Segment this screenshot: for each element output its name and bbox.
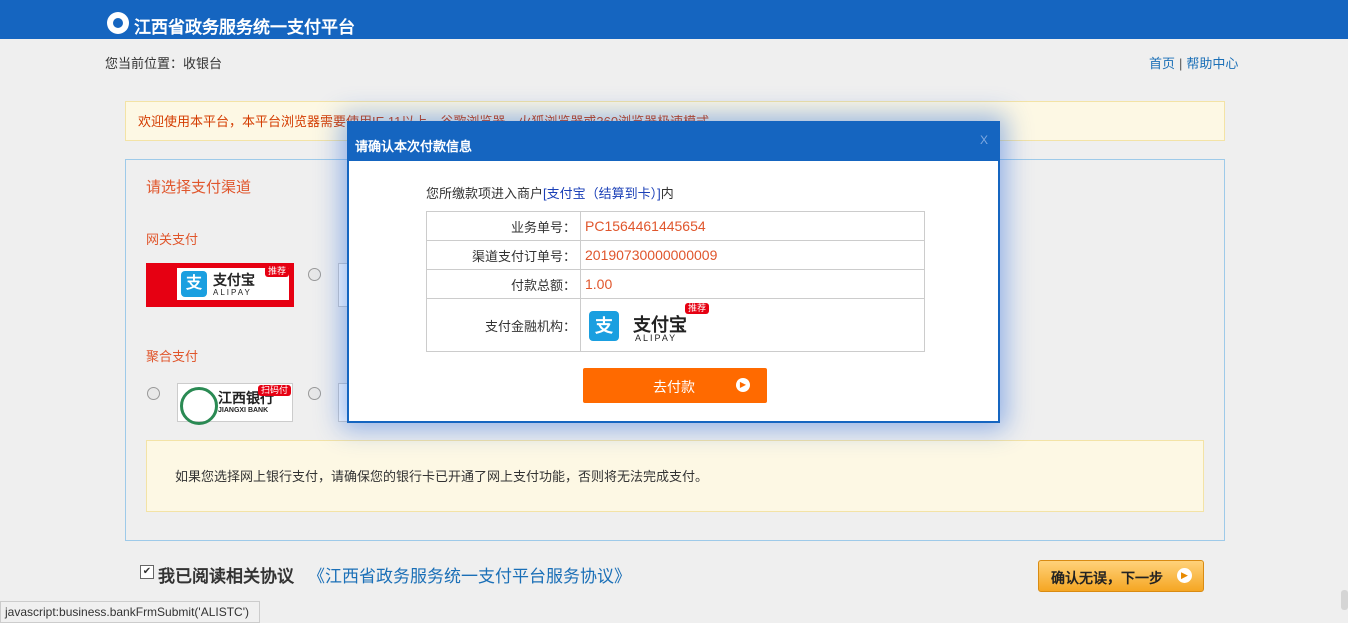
- channel-order-label: 渠道支付订单号：: [426, 240, 581, 270]
- scan-pay-badge: 扫码付: [258, 385, 292, 396]
- channel-section-title: 请选择支付渠道: [146, 179, 252, 196]
- alipay-en: ALIPAY: [213, 288, 252, 297]
- home-link[interactable]: 首页: [1149, 56, 1175, 71]
- table-row: 业务单号： PC1564461445654: [426, 211, 925, 241]
- alipay-option[interactable]: 支 支付宝 ALIPAY 推荐: [146, 263, 294, 307]
- jxbank-en: JIANGXI BANK: [218, 407, 269, 414]
- table-row: 渠道支付订单号： 20190730000000009: [426, 240, 925, 270]
- confirm-next-button[interactable]: 确认无误，下一步 ▶: [1038, 560, 1204, 592]
- confirm-next-label: 确认无误，下一步: [1051, 570, 1163, 586]
- online-banking-warning: 如果您选择网上银行支付，请确保您的银行卡已开通了网上支付功能，否则将无法完成支付…: [146, 440, 1204, 512]
- play-arrow-icon: ▶: [1177, 568, 1192, 583]
- intro-suffix: 内: [660, 186, 674, 201]
- merchant-intro: 您所缴款项进入商户[支付宝（结算到卡）]内: [426, 183, 674, 202]
- recommend-badge: 推荐: [685, 303, 710, 314]
- confirm-payment-modal: 请确认本次付款信息 X 您所缴款项进入商户[支付宝（结算到卡）]内 业务单号： …: [347, 121, 1000, 423]
- table-row: 付款总额： 1.00: [426, 269, 925, 299]
- table-row: 支付金融机构： 支 支付宝 ALIPAY 推荐: [426, 298, 925, 352]
- payment-info-table: 业务单号： PC1564461445654 渠道支付订单号： 201907300…: [426, 211, 925, 352]
- order-no-label: 业务单号：: [426, 211, 581, 241]
- alipay-name: 支付宝: [213, 272, 255, 288]
- total-amount-label: 付款总额：: [426, 269, 581, 299]
- site-title: 江西省政务服务统一支付平台: [134, 18, 355, 37]
- channel-order-value: 20190730000000009: [580, 240, 925, 270]
- recommend-badge: 推荐: [265, 266, 289, 277]
- status-bar: javascript:business.bankFrmSubmit('ALIST…: [0, 601, 260, 623]
- gateway-option-2-radio[interactable]: [308, 268, 321, 281]
- aggregate-payment-label: 聚合支付: [146, 349, 199, 364]
- jxbank-option[interactable]: 江西银行 JIANGXI BANK 扫码付: [177, 383, 293, 425]
- link-separator: |: [1179, 56, 1183, 71]
- total-amount-value: 1.00: [580, 269, 925, 299]
- scrollbar[interactable]: [1341, 590, 1348, 610]
- modal-title: 请确认本次付款信息: [355, 139, 473, 154]
- jxbank-logo-icon: [180, 387, 218, 425]
- institution-label: 支付金融机构：: [426, 298, 581, 352]
- agreement-link[interactable]: 《江西省政务服务统一支付平台服务协议》: [308, 562, 631, 587]
- agreement-checkbox[interactable]: ✔: [140, 565, 154, 579]
- help-center-link[interactable]: 帮助中心: [1186, 56, 1238, 71]
- close-icon[interactable]: X: [980, 133, 988, 147]
- go-pay-button[interactable]: 去付款 ▶: [583, 368, 767, 403]
- play-arrow-icon: ▶: [736, 378, 750, 392]
- alipay-icon: 支: [181, 271, 207, 297]
- order-no-value: PC1564461445654: [580, 211, 925, 241]
- gateway-payment-label: 网关支付: [146, 232, 199, 247]
- platform-logo-icon: [107, 12, 129, 34]
- alipay-en: ALIPAY: [635, 333, 678, 343]
- go-pay-label: 去付款: [653, 379, 695, 395]
- merchant-name: [支付宝（结算到卡）]: [543, 186, 661, 201]
- breadcrumb: 您当前位置：收银台: [105, 56, 223, 71]
- alipay-icon: 支: [589, 311, 619, 341]
- agreement-label: 我已阅读相关协议: [158, 567, 294, 586]
- top-bar: 江西省政务服务统一支付平台: [0, 0, 1348, 39]
- institution-value: 支 支付宝 ALIPAY 推荐: [580, 298, 925, 352]
- modal-header: 请确认本次付款信息 X: [349, 123, 998, 161]
- intro-prefix: 您所缴款项进入商户: [426, 186, 544, 201]
- jxbank-radio[interactable]: [147, 387, 160, 400]
- top-links: 首页 | 帮助中心: [1149, 53, 1238, 72]
- aggregate-option-2-radio[interactable]: [308, 387, 321, 400]
